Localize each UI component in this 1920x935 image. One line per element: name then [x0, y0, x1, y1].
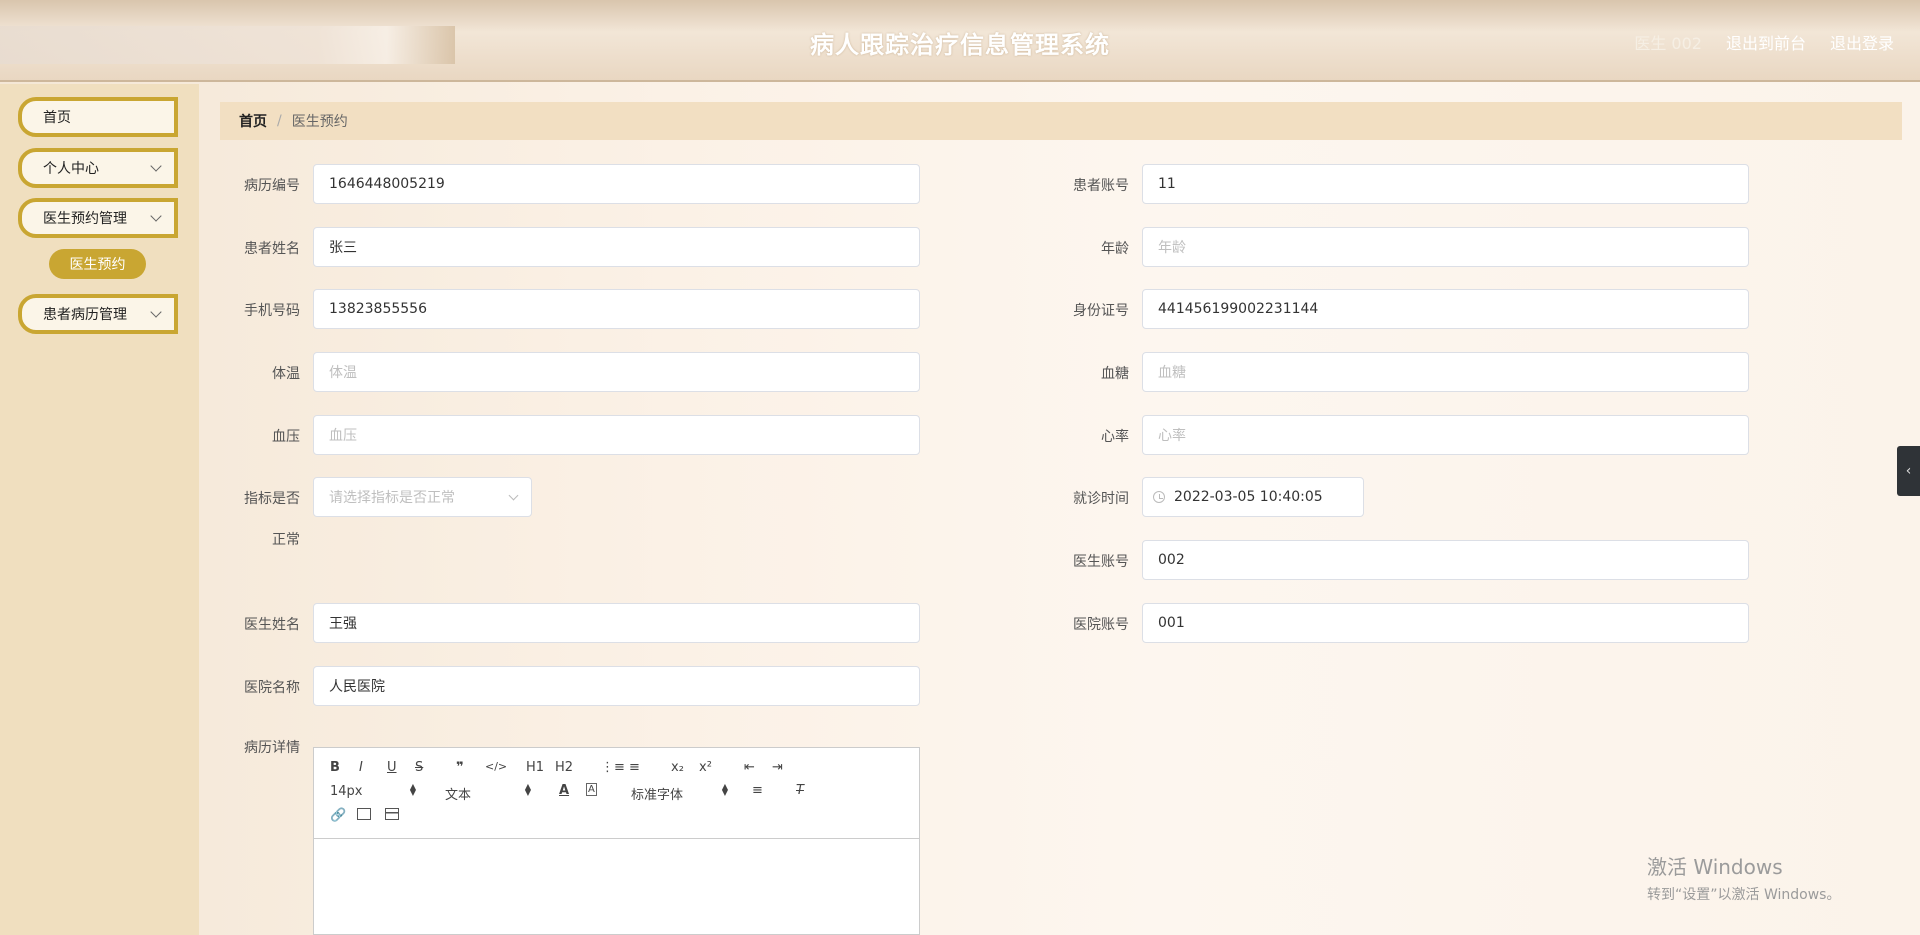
- breadcrumb-separator: /: [277, 113, 282, 129]
- clock-icon: [1153, 491, 1165, 503]
- record-detail-editor[interactable]: B I U S ❞ </> H1 H2 ⋮≡ ≡ x₂ x² ⇤ ⇥ 14px …: [313, 747, 920, 935]
- link-icon[interactable]: 🔗: [330, 808, 346, 823]
- breadcrumb: 首页 / 医生预约: [220, 102, 1902, 140]
- current-user: 医生 002: [1634, 34, 1702, 53]
- font-size-select[interactable]: 14px ▲ ▼: [330, 782, 416, 800]
- id-card-label: 身份证号: [1073, 303, 1129, 319]
- font-size-value: 14px: [330, 784, 363, 799]
- phone-label: 手机号码: [244, 303, 300, 319]
- select-placeholder: 请选择指标是否正常: [329, 490, 455, 506]
- paragraph-value: 文本: [445, 788, 472, 803]
- age-label: 年龄: [1101, 241, 1129, 257]
- sidebar-item-personal-center[interactable]: 个人中心: [18, 148, 178, 188]
- patient-account-label: 患者账号: [1073, 178, 1129, 194]
- outdent-button[interactable]: ⇤: [744, 760, 755, 775]
- blockquote-button[interactable]: ❞: [456, 760, 464, 775]
- strike-button[interactable]: S: [415, 760, 423, 775]
- superscript-button[interactable]: x²: [699, 760, 712, 775]
- chevron-down-icon: [150, 160, 162, 172]
- collapse-panel-button[interactable]: ‹: [1897, 446, 1920, 496]
- sidebar-item-patient-record-mgmt[interactable]: 患者病历管理: [18, 294, 178, 334]
- hospital-account-label: 医院账号: [1073, 617, 1129, 633]
- sidebar-item-label: 首页: [43, 110, 71, 126]
- indicator-normal-label: 指标是否: [244, 491, 300, 507]
- blood-sugar-label: 血糖: [1101, 366, 1129, 382]
- visit-time-label: 就诊时间: [1073, 491, 1129, 507]
- code-block-button[interactable]: </>: [485, 760, 507, 773]
- breadcrumb-home[interactable]: 首页: [239, 111, 267, 131]
- doctor-name-label: 医生姓名: [244, 617, 300, 633]
- video-icon[interactable]: [385, 808, 399, 820]
- record-no-input[interactable]: 1646448005219: [313, 164, 920, 204]
- app-title: 病人跟踪治疗信息管理系统: [810, 31, 1110, 59]
- italic-button[interactable]: I: [359, 760, 363, 775]
- header-nav: 医生 002 退出到前台 退出登录: [1634, 30, 1894, 54]
- sidebar-item-label: 医生预约管理: [43, 211, 127, 227]
- align-button[interactable]: ≡: [752, 783, 763, 798]
- blood-sugar-input[interactable]: 血糖: [1142, 352, 1749, 392]
- editor-toolbar: B I U S ❞ </> H1 H2 ⋮≡ ≡ x₂ x² ⇤ ⇥ 14px …: [314, 748, 919, 839]
- select-arrows-icon: ▲ ▼: [721, 782, 728, 797]
- chevron-down-icon: [150, 210, 162, 222]
- ordered-list-button[interactable]: ⋮≡: [601, 760, 625, 775]
- header2-button[interactable]: H2: [555, 760, 573, 775]
- select-arrows-icon: ▲ ▼: [409, 782, 416, 797]
- text-color-button[interactable]: A: [559, 783, 569, 798]
- sidebar-item-home[interactable]: 首页: [18, 97, 178, 137]
- subscript-button[interactable]: x₂: [671, 760, 684, 775]
- select-arrows-icon: ▲ ▼: [524, 782, 531, 797]
- image-icon[interactable]: [357, 808, 371, 820]
- breadcrumb-current: 医生预约: [291, 114, 348, 130]
- watermark-line1: 激活 Windows: [1647, 855, 1783, 879]
- id-card-input[interactable]: 441456199002231144: [1142, 289, 1749, 329]
- background-color-button[interactable]: A: [586, 783, 597, 796]
- logout-link[interactable]: 退出登录: [1830, 30, 1894, 54]
- bold-button[interactable]: B: [330, 760, 340, 775]
- heart-rate-label: 心率: [1101, 429, 1129, 445]
- hospital-name-input[interactable]: 人民医院: [313, 666, 920, 706]
- hospital-name-label: 医院名称: [244, 680, 300, 696]
- visit-time-picker[interactable]: 2022-03-05 10:40:05: [1142, 477, 1364, 517]
- visit-time-value: 2022-03-05 10:40:05: [1174, 489, 1323, 505]
- doctor-account-label: 医生账号: [1073, 554, 1129, 570]
- underline-button[interactable]: U: [387, 760, 397, 775]
- patient-account-input[interactable]: 11: [1142, 164, 1749, 204]
- clear-format-button[interactable]: T: [796, 783, 804, 798]
- windows-activation-watermark: 激活 Windows 转到“设置”以激活 Windows。: [1647, 851, 1840, 904]
- top-header: 病人跟踪治疗信息管理系统 医生 002 退出到前台 退出登录: [0, 0, 1920, 82]
- indent-button[interactable]: ⇥: [772, 760, 783, 775]
- doctor-name-input[interactable]: 王强: [313, 603, 920, 643]
- sidebar-item-label: 个人中心: [43, 161, 99, 177]
- sidebar-item-label: 患者病历管理: [43, 307, 127, 323]
- age-input[interactable]: 年龄: [1142, 227, 1749, 267]
- watermark-line2: 转到“设置”以激活 Windows。: [1647, 887, 1841, 903]
- chevron-down-icon: [508, 490, 519, 501]
- record-no-label: 病历编号: [244, 178, 300, 194]
- exit-to-front-link[interactable]: 退出到前台: [1726, 30, 1806, 54]
- temperature-label: 体温: [272, 366, 300, 382]
- temperature-input[interactable]: 体温: [313, 352, 920, 392]
- phone-input[interactable]: 13823855556: [313, 289, 920, 329]
- record-detail-label: 病历详情: [244, 740, 300, 756]
- font-family-select[interactable]: 标准字体 ▲ ▼: [631, 782, 728, 804]
- blood-pressure-input[interactable]: 血压: [313, 415, 920, 455]
- editor-content-area[interactable]: [314, 839, 919, 935]
- hospital-account-input[interactable]: 001: [1142, 603, 1749, 643]
- sidebar: 首页 个人中心 医生预约管理 医生预约 患者病历管理: [0, 84, 199, 935]
- heart-rate-input[interactable]: 心率: [1142, 415, 1749, 455]
- sidebar-subitem-doctor-appointment[interactable]: 医生预约: [49, 249, 146, 279]
- patient-name-label: 患者姓名: [244, 241, 300, 257]
- paragraph-select[interactable]: 文本 ▲ ▼: [445, 782, 531, 804]
- font-family-value: 标准字体: [631, 788, 684, 803]
- bullet-list-button[interactable]: ≡: [629, 760, 640, 775]
- blood-pressure-label: 血压: [272, 429, 300, 445]
- indicator-normal-select[interactable]: 请选择指标是否正常: [313, 477, 532, 517]
- header1-button[interactable]: H1: [526, 760, 544, 775]
- chevron-down-icon: [150, 306, 162, 318]
- patient-name-input[interactable]: 张三: [313, 227, 920, 267]
- indicator-normal-label-line2: 正常: [272, 532, 300, 548]
- sidebar-item-doctor-appointment-mgmt[interactable]: 医生预约管理: [18, 198, 178, 238]
- doctor-account-input[interactable]: 002: [1142, 540, 1749, 580]
